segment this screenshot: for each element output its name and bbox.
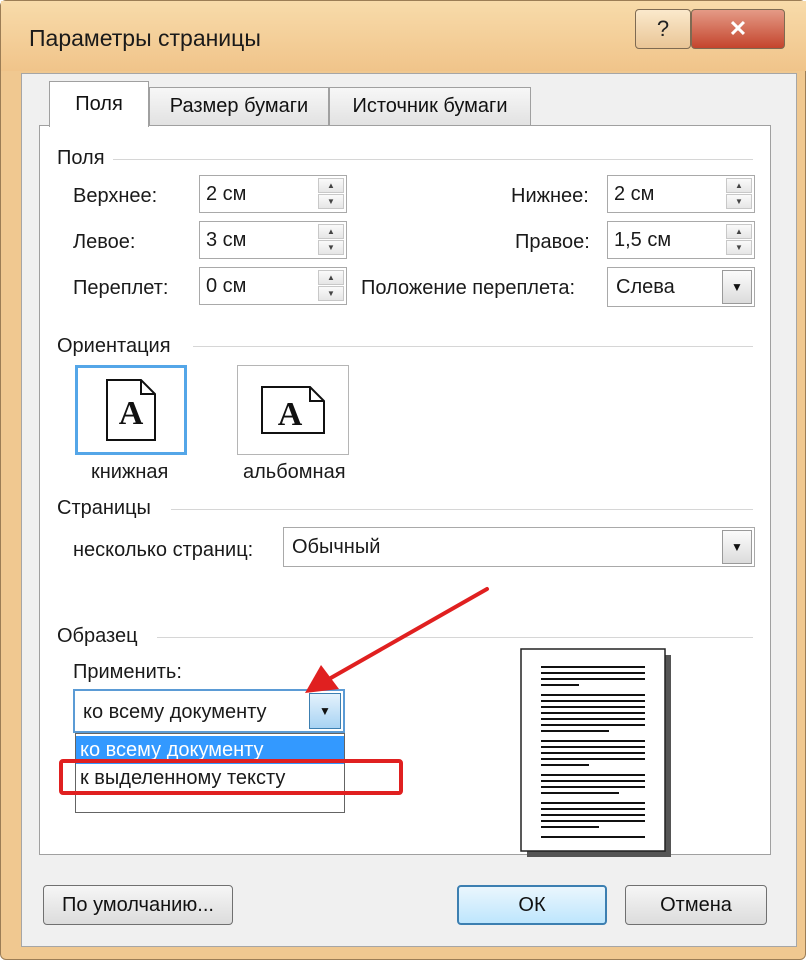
annotation-highlight-box: [59, 759, 403, 795]
page-letter: A: [278, 396, 303, 433]
bottom-margin-label: Нижнее:: [511, 185, 589, 207]
portrait-page-icon: A: [106, 379, 156, 441]
spin-down-icon[interactable]: ▼: [318, 240, 344, 255]
top-margin-spinner[interactable]: 2 см ▲ ▼: [199, 175, 347, 213]
spin-down-icon[interactable]: ▼: [726, 240, 752, 255]
tab-margins[interactable]: Поля: [49, 81, 149, 127]
portrait-label: книжная: [91, 461, 169, 483]
left-margin-value: 3 см: [206, 229, 247, 251]
gutter-label: Переплет:: [73, 277, 169, 299]
group-divider: [193, 346, 753, 347]
multiple-pages-select[interactable]: Обычный ▼: [283, 527, 755, 567]
spin-down-icon[interactable]: ▼: [726, 194, 752, 209]
sample-page-preview: [520, 648, 671, 857]
spin-arrows: ▲ ▼: [318, 224, 344, 256]
right-margin-value: 1,5 см: [614, 229, 672, 251]
sample-group-title: Образец: [57, 625, 138, 647]
close-button[interactable]: ✕: [691, 9, 785, 49]
orientation-group-title: Ориентация: [57, 335, 171, 357]
left-margin-spinner[interactable]: 3 см ▲ ▼: [199, 221, 347, 259]
tab-paper-size[interactable]: Размер бумаги: [149, 87, 329, 125]
page-letter: A: [119, 395, 144, 432]
spin-arrows: ▲ ▼: [726, 224, 752, 256]
spin-up-icon[interactable]: ▲: [726, 178, 752, 193]
landscape-label: альбомная: [243, 461, 346, 483]
spin-up-icon[interactable]: ▲: [318, 270, 344, 285]
apply-to-value: ко всему документу: [83, 701, 267, 723]
multiple-pages-value: Обычный: [292, 536, 381, 558]
ok-button[interactable]: ОК: [457, 885, 607, 925]
gutter-value: 0 см: [206, 275, 247, 297]
spin-arrows: ▲ ▼: [726, 178, 752, 210]
right-margin-label: Правое:: [515, 231, 590, 253]
gutter-position-value: Слева: [616, 276, 675, 298]
apply-label: Применить:: [73, 661, 182, 683]
annotation-arrow: [305, 587, 489, 693]
group-divider: [113, 159, 753, 160]
spin-up-icon[interactable]: ▲: [318, 224, 344, 239]
top-margin-value: 2 см: [206, 183, 247, 205]
title-bar[interactable]: Параметры страницы ? ✕: [1, 1, 806, 71]
group-divider: [171, 509, 753, 510]
cancel-button[interactable]: Отмена: [625, 885, 767, 925]
margins-group-title: Поля: [57, 147, 105, 169]
tab-label: Источник бумаги: [352, 95, 508, 117]
cancel-label: Отмена: [660, 893, 732, 916]
chevron-down-icon[interactable]: ▼: [722, 530, 752, 564]
tab-label: Поля: [75, 93, 123, 115]
portrait-option[interactable]: A: [75, 365, 187, 455]
bottom-margin-value: 2 см: [614, 183, 655, 205]
landscape-page-icon: A: [261, 386, 325, 434]
window-title: Параметры страницы: [29, 25, 261, 51]
dialog-window: Параметры страницы ? ✕ Поля Размер бумаг…: [0, 0, 806, 960]
set-as-default-button[interactable]: По умолчанию...: [43, 885, 233, 925]
gutter-position-label: Положение переплета:: [361, 277, 576, 299]
spin-down-icon[interactable]: ▼: [318, 194, 344, 209]
gutter-spinner[interactable]: 0 см ▲ ▼: [199, 267, 347, 305]
help-icon: ?: [656, 16, 670, 41]
close-icon: ✕: [728, 16, 748, 41]
spin-arrows: ▲ ▼: [318, 178, 344, 210]
spin-down-icon[interactable]: ▼: [318, 286, 344, 301]
top-margin-label: Верхнее:: [73, 185, 158, 207]
bottom-margin-spinner[interactable]: 2 см ▲ ▼: [607, 175, 755, 213]
spin-up-icon[interactable]: ▲: [318, 178, 344, 193]
spin-up-icon[interactable]: ▲: [726, 224, 752, 239]
multiple-pages-label: несколько страниц:: [73, 539, 254, 561]
ok-label: ОК: [518, 893, 546, 916]
pages-group-title: Страницы: [57, 497, 151, 519]
landscape-option[interactable]: A: [237, 365, 349, 455]
tab-paper-source[interactable]: Источник бумаги: [329, 87, 531, 125]
help-button[interactable]: ?: [635, 9, 691, 49]
chevron-down-icon[interactable]: ▼: [722, 270, 752, 304]
spin-arrows: ▲ ▼: [318, 270, 344, 302]
gutter-position-select[interactable]: Слева ▼: [607, 267, 755, 307]
left-margin-label: Левое:: [73, 231, 136, 253]
right-margin-spinner[interactable]: 1,5 см ▲ ▼: [607, 221, 755, 259]
tab-label: Размер бумаги: [169, 95, 309, 117]
set-as-default-label: По умолчанию...: [62, 893, 214, 916]
